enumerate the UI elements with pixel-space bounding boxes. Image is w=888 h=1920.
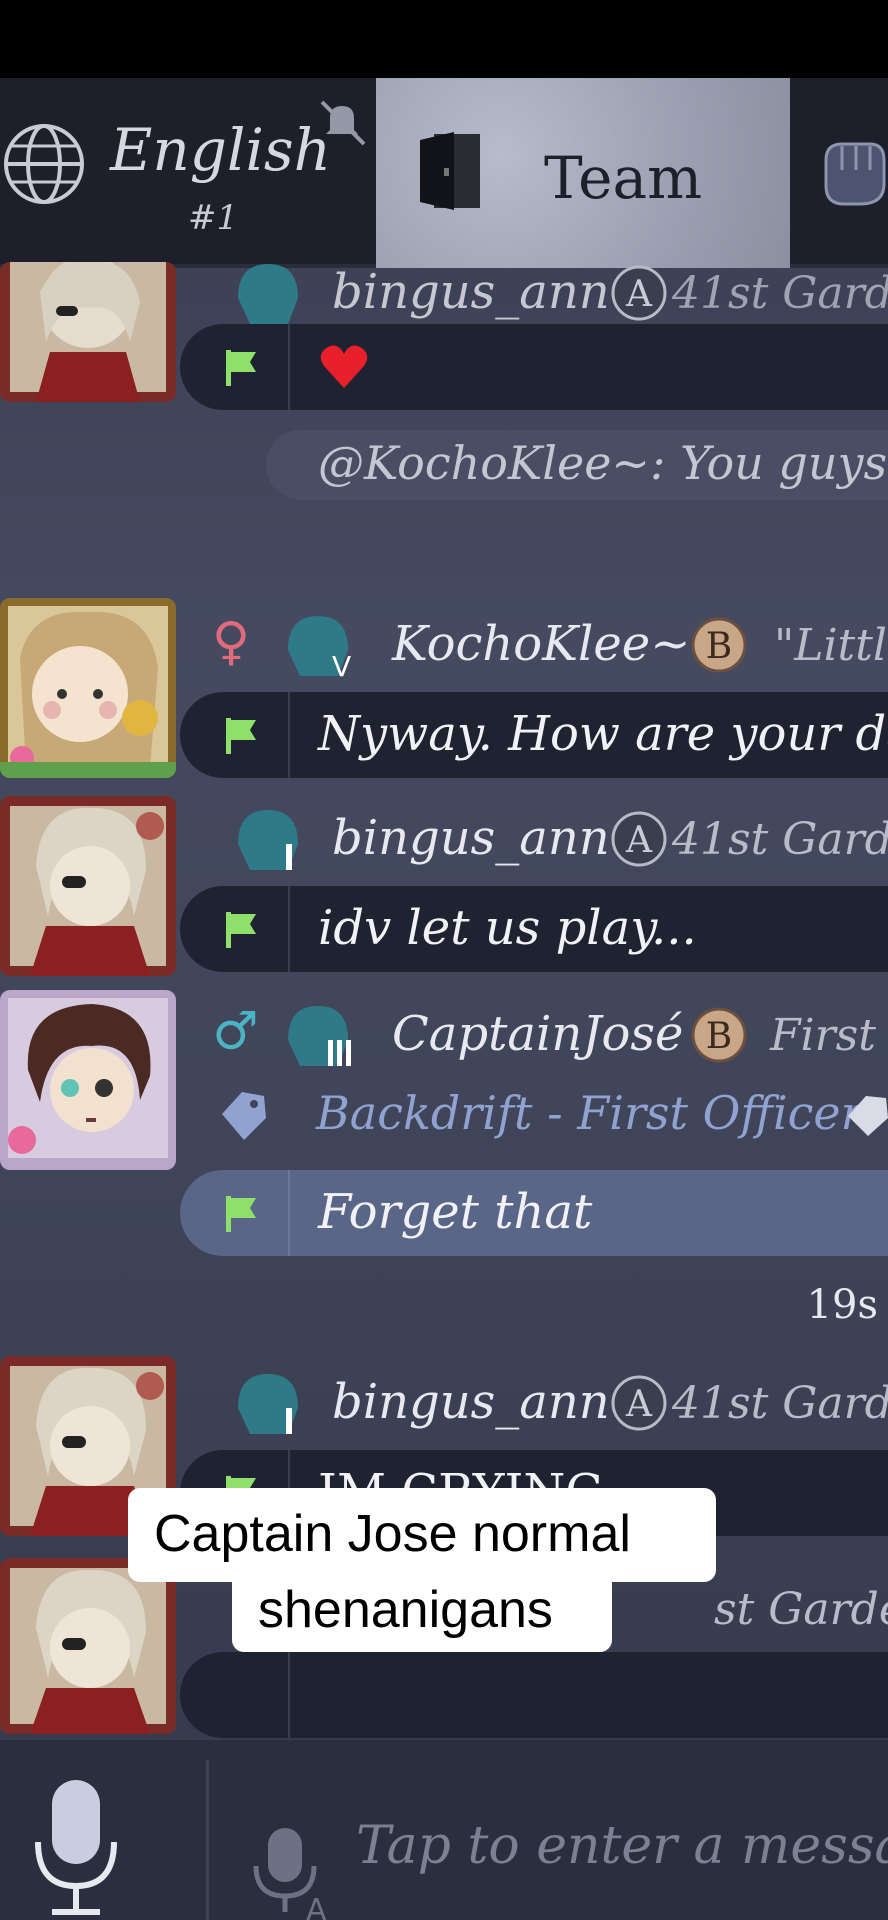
bubble-divider: [288, 692, 290, 778]
message-text: Forget that: [318, 1184, 593, 1240]
avatar[interactable]: [0, 1558, 176, 1734]
message-bubble[interactable]: Nyway. How are your days s: [180, 692, 888, 778]
club-name: "Little: [774, 620, 888, 671]
tab-english-label: English: [110, 116, 332, 184]
svg-text:B: B: [706, 626, 732, 667]
bubble-divider: [288, 1170, 290, 1256]
message-bubble[interactable]: [180, 324, 888, 410]
avatar[interactable]: [0, 598, 176, 778]
input-divider: [206, 1760, 209, 1920]
avatar[interactable]: [0, 796, 176, 976]
player-title-row: Backdrift - First Officer: [206, 1080, 888, 1148]
flag-icon: [226, 1196, 256, 1232]
avatar-image-bingus: [0, 796, 176, 976]
tier-badge-icon: [238, 264, 298, 324]
club-name: First C: [770, 1010, 888, 1061]
tier-badge-icon: V: [288, 616, 351, 680]
username[interactable]: bingus_ann: [332, 1374, 610, 1430]
rank-b-icon: B: [691, 617, 747, 673]
reply-mention[interactable]: @KochoKlee~: You guys are no: [266, 430, 888, 500]
caption-line-1: Captain Jose normal: [154, 1505, 631, 1563]
globe-icon: [4, 124, 84, 204]
message-input[interactable]: Tap to enter a message: [356, 1816, 888, 1876]
username[interactable]: CaptainJosé: [392, 1006, 683, 1062]
avatar-image-captainjose: [0, 990, 176, 1170]
svg-text:V: V: [332, 650, 351, 680]
male-gender-icon: ♂: [212, 1002, 259, 1062]
mention-text: @KochoKlee~: You guys are no: [318, 436, 888, 490]
username[interactable]: bingus_ann: [332, 264, 610, 320]
female-gender-icon: ♀: [212, 612, 251, 672]
tab-english[interactable]: English #1: [0, 78, 370, 268]
svg-text:A: A: [306, 1893, 327, 1920]
username[interactable]: KochoKlee~: [392, 616, 690, 672]
avatar[interactable]: [0, 262, 176, 402]
heart-emoji-icon: [320, 345, 368, 388]
svg-text:A: A: [625, 820, 653, 861]
top-black-bar: [0, 0, 888, 78]
bubble-divider: [288, 886, 290, 972]
channel-tabs: English #1 Team: [0, 78, 888, 268]
rank-b-icon: B: [691, 1007, 747, 1063]
avatar-image-bingus: [0, 262, 176, 402]
flag-icon: [226, 912, 256, 948]
rank-a-icon: A: [611, 811, 667, 867]
rank-a-icon: A: [611, 265, 667, 321]
microphone-icon[interactable]: [24, 1780, 128, 1920]
message-bubble[interactable]: idv let us play...: [180, 886, 888, 972]
tab-english-channel-number: #1: [188, 198, 239, 238]
caption-line-2: shenanigans: [258, 1581, 553, 1639]
bubble-divider: [288, 324, 290, 410]
message-bubble[interactable]: [180, 1652, 888, 1738]
tab-team-label: Team: [544, 144, 703, 212]
message-bubble[interactable]: Forget that: [180, 1170, 888, 1256]
rank-a-icon: A: [611, 1375, 667, 1431]
caption-box-line2: shenanigans: [232, 1570, 612, 1652]
avatar[interactable]: [0, 990, 176, 1170]
club-name: 41st Garden: [672, 1378, 888, 1429]
tab-team[interactable]: Team: [376, 78, 790, 268]
fist-icon: [824, 142, 886, 206]
tab-other[interactable]: [798, 78, 888, 268]
tag-icon: [848, 1096, 888, 1136]
message-text: idv let us play...: [318, 900, 697, 956]
club-name: 41st Garden: [672, 268, 888, 319]
message-text: Nyway. How are your days s: [318, 706, 888, 762]
flag-icon: [226, 350, 256, 386]
club-name: st Garden: [714, 1584, 888, 1635]
tier-badge-icon: [288, 1006, 351, 1066]
username[interactable]: bingus_ann: [332, 810, 610, 866]
flag-icon: [226, 718, 256, 754]
bubble-divider: [288, 1652, 290, 1738]
door-icon: [420, 132, 480, 210]
voice-to-text-icon[interactable]: A: [246, 1812, 342, 1920]
player-title: Backdrift - First Officer: [316, 1086, 863, 1140]
tier-badge-icon: [238, 1374, 298, 1434]
avatar-image-bingus: [0, 1558, 176, 1734]
svg-text:B: B: [706, 1016, 732, 1057]
message-timestamp: 19s: [806, 1282, 878, 1328]
avatar-image-kochoklee: [0, 598, 176, 778]
tier-badge-icon: [238, 810, 298, 870]
svg-text:A: A: [625, 1384, 653, 1425]
club-name: 41st Garden: [672, 814, 888, 865]
tag-icon: [222, 1092, 266, 1140]
svg-text:A: A: [625, 274, 653, 315]
mute-bell-icon[interactable]: [312, 92, 372, 152]
caption-box-line1: Captain Jose normal: [128, 1488, 716, 1582]
message-input-bar: A Tap to enter a message: [0, 1740, 888, 1920]
